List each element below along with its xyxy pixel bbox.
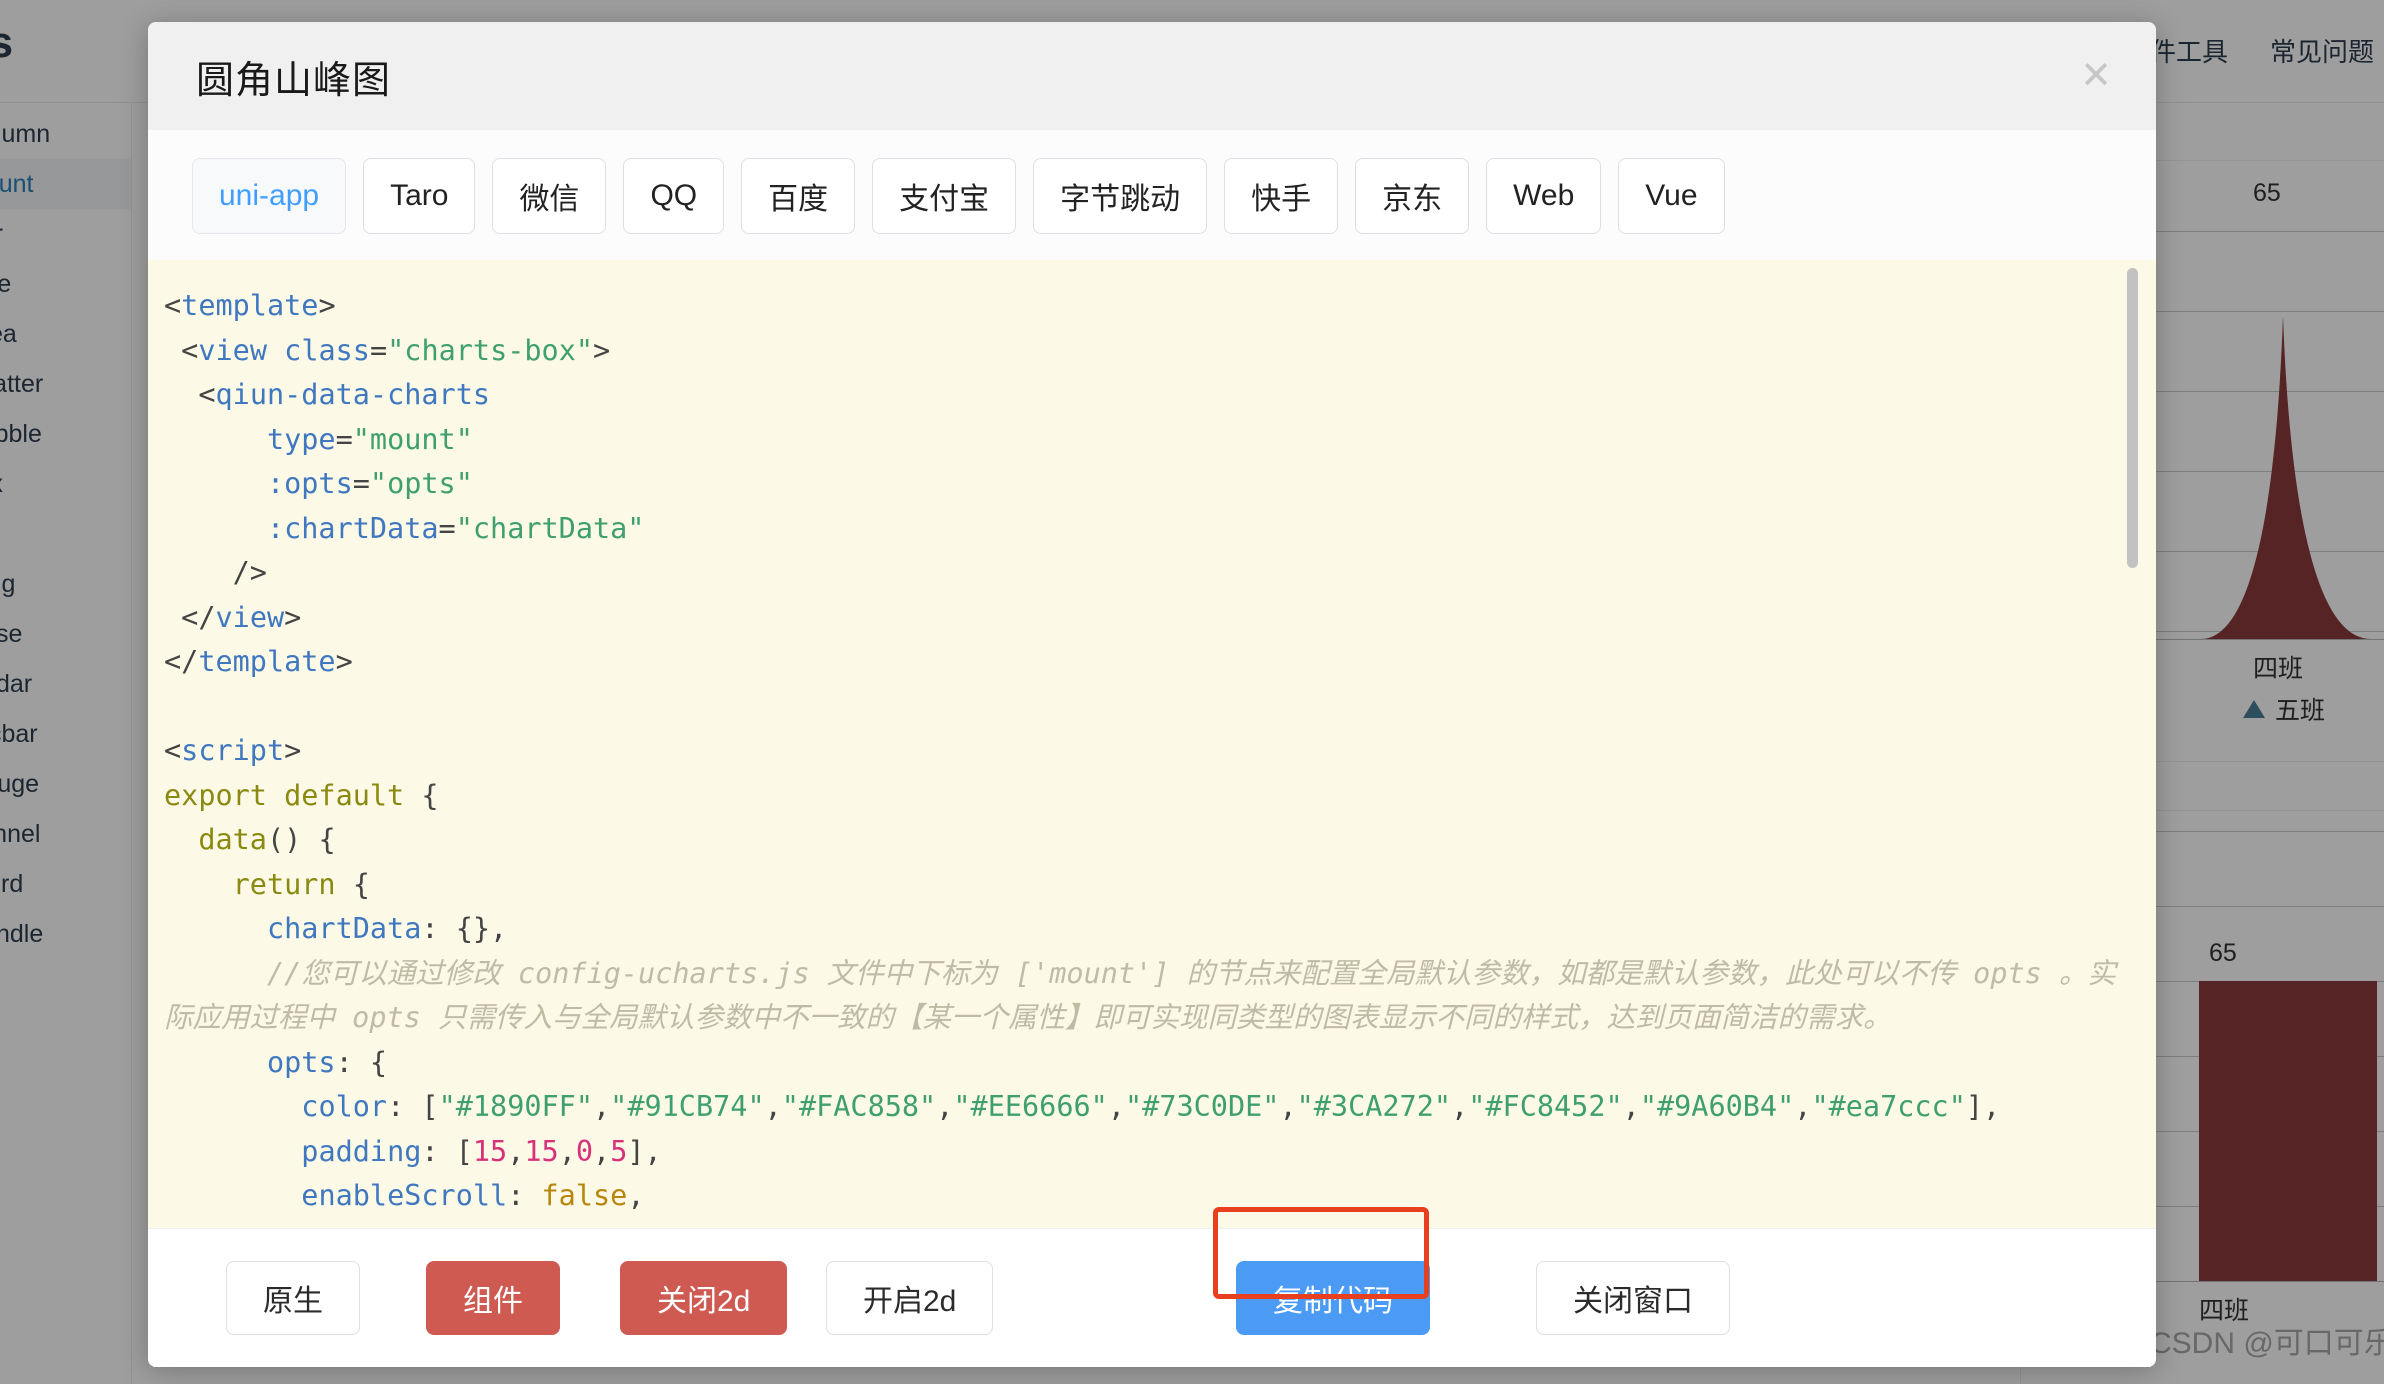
close-window-button[interactable]: 关闭窗口 [1536,1261,1730,1335]
tab-web[interactable]: Web [1486,158,1602,234]
tab-jd[interactable]: 京东 [1355,158,1470,234]
code-scrollbar-thumb[interactable] [2127,268,2138,568]
tab-baidu[interactable]: 百度 [741,158,856,234]
modal-header: 圆角山峰图 ✕ [148,22,2156,130]
copy-code-button[interactable]: 复制代码 [1236,1261,1430,1335]
tab-taro[interactable]: Taro [363,158,476,234]
screen-root: ts 组件工具 常见问题 Column Mount Bar Line Area … [0,0,2384,1384]
code-modal: 圆角山峰图 ✕ uni-app Taro 微信 QQ 百度 支付宝 字节跳动 快… [148,22,2156,1367]
tab-alipay[interactable]: 支付宝 [872,158,1017,234]
modal-title: 圆角山峰图 [196,59,392,102]
open-2d-button[interactable]: 开启2d [826,1261,994,1335]
tab-qq[interactable]: QQ [623,158,725,234]
code-block: <template> <view class="charts-box"> <qi… [164,289,2116,1228]
platform-tabs: uni-app Taro 微信 QQ 百度 支付宝 字节跳动 快手 京东 Web… [148,130,2156,260]
code-scroll-track[interactable] [2127,260,2147,1228]
tab-bytedance[interactable]: 字节跳动 [1033,158,1208,234]
tab-vue[interactable]: Vue [1618,158,1725,234]
code-viewer[interactable]: <template> <view class="charts-box"> <qi… [148,260,2156,1228]
component-button[interactable]: 组件 [426,1261,560,1335]
native-button[interactable]: 原生 [226,1261,360,1335]
modal-footer: 原生 组件 关闭2d 开启2d 复制代码 关闭窗口 [148,1207,2156,1367]
close-icon[interactable]: ✕ [2074,54,2118,98]
tab-uni-app[interactable]: uni-app [192,158,347,234]
close-2d-button[interactable]: 关闭2d [620,1261,788,1335]
tab-kuaishou[interactable]: 快手 [1224,158,1339,234]
modal-body: uni-app Taro 微信 QQ 百度 支付宝 字节跳动 快手 京东 Web… [148,130,2156,1228]
tab-wechat[interactable]: 微信 [492,158,607,234]
